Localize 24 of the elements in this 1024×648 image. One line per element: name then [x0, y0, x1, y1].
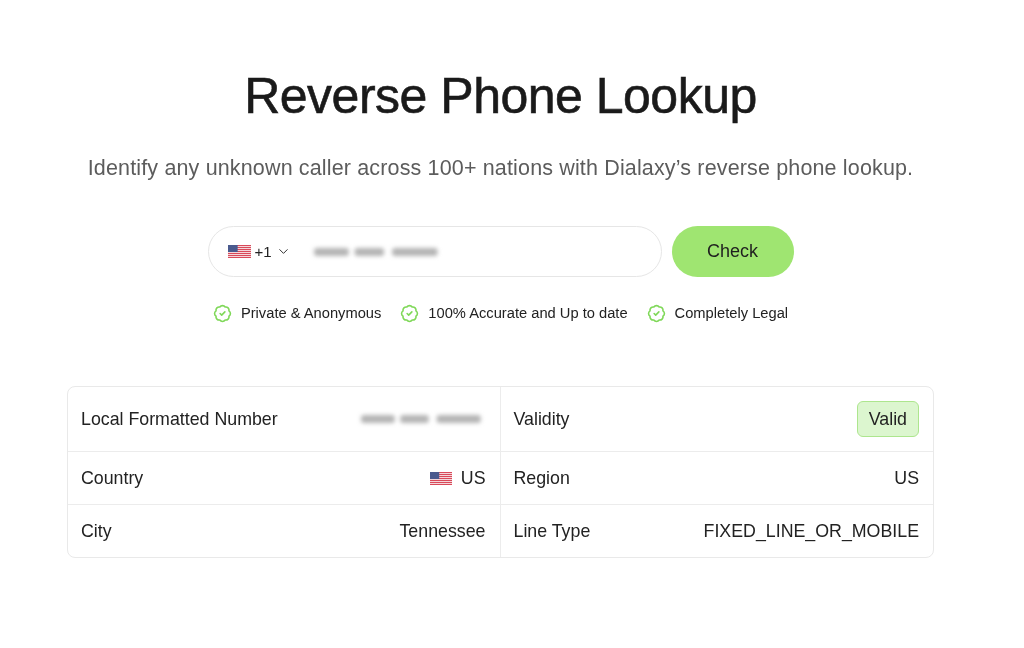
us-flag-icon — [227, 245, 251, 258]
status-badge: Valid — [856, 401, 919, 437]
field-label: Local Formatted Number — [81, 408, 278, 431]
field-value: US — [894, 467, 919, 490]
field-value: US — [460, 467, 486, 490]
feature-text: Completely Legal — [674, 304, 789, 323]
phone-input-field[interactable]: +1 — [207, 226, 662, 277]
field-label: Validity — [513, 408, 570, 431]
field-label: Region — [513, 467, 570, 490]
feature-text: Private & Anonymous — [240, 304, 382, 323]
field-label: City — [81, 520, 112, 543]
field-value: Tennessee — [399, 520, 486, 543]
page-subtitle: Identify any unknown caller across 100+ nations with Dialaxy’s reverse phone lookup. — [87, 155, 914, 182]
field-label: Line Type — [513, 520, 591, 543]
field-label: Country — [81, 467, 144, 490]
feature-text: 100% Accurate and Up to date — [428, 304, 628, 323]
field-value: FIXED_LINE_OR_MOBILE — [703, 520, 919, 543]
us-flag-icon — [429, 471, 452, 485]
check-badge-icon — [212, 303, 232, 323]
check-badge-icon — [400, 303, 420, 323]
check-badge-icon — [646, 303, 666, 323]
country-code-selector[interactable]: +1 — [227, 243, 291, 260]
page-title: Reverse Phone Lookup — [244, 67, 757, 126]
check-button[interactable]: Check — [671, 226, 794, 277]
